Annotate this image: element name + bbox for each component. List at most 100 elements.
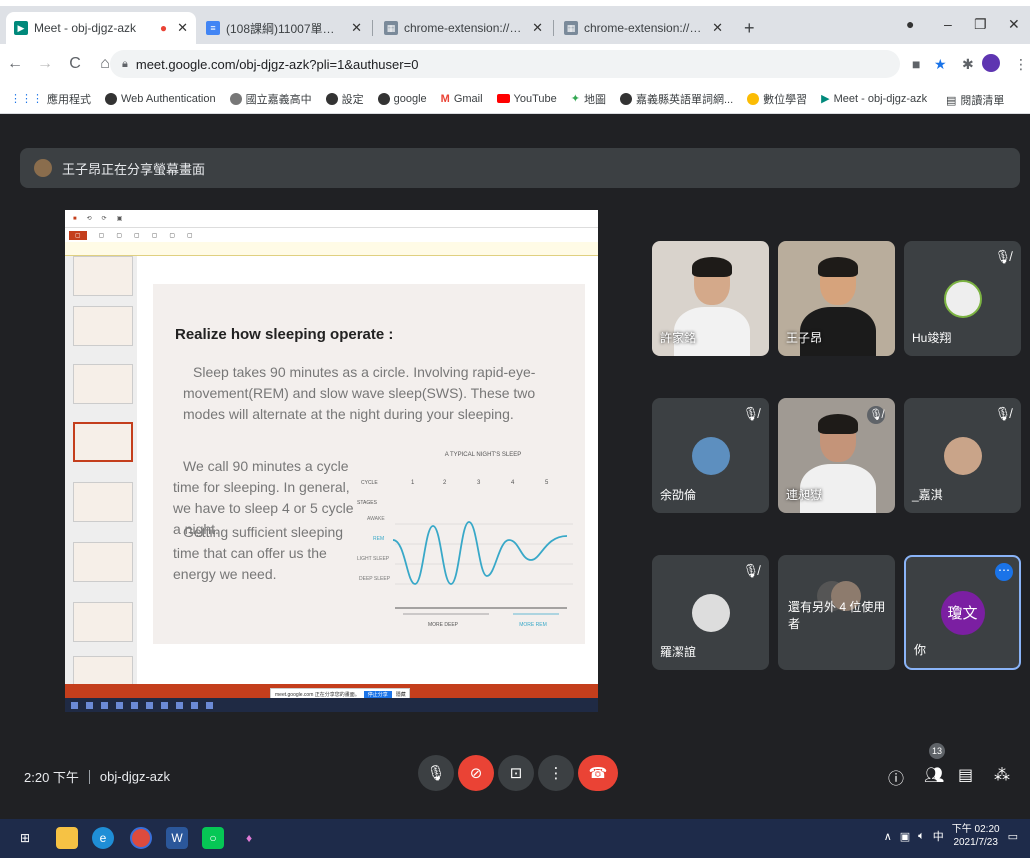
minimize-icon[interactable]: – — [944, 16, 952, 32]
system-clock[interactable]: 下午 02:20 2021/7/23 — [952, 823, 1000, 849]
mic-off-icon: 🎙︎̸ — [742, 563, 759, 578]
hide-button[interactable]: 隱藏 — [396, 691, 406, 698]
bookmark-item[interactable]: 嘉義縣英語單詞網... — [620, 91, 733, 107]
participant-tile[interactable]: 🎙︎̸ Hu竣翔 — [904, 241, 1021, 356]
bookmark-item[interactable]: Web Authentication — [105, 92, 216, 105]
participant-tile[interactable]: 許家銘 — [652, 241, 769, 356]
line-icon[interactable]: ○ — [202, 827, 224, 849]
omnibox[interactable]: 🔒︎ meet.google.com/obj-djgz-azk?pli=1&au… — [110, 50, 900, 78]
participant-tile[interactable]: 🎙︎̸ 連昶嶽 — [778, 398, 895, 513]
footer-label: MORE REM — [519, 622, 547, 628]
restore-icon[interactable]: ❐ — [974, 16, 987, 33]
learning-icon — [747, 92, 760, 105]
bookmark-apps[interactable]: ⋮⋮⋮ 應用程式 — [10, 91, 91, 107]
cycle-number: 2 — [443, 480, 447, 486]
participant-tile[interactable]: 🎙︎̸ 羅潔誼 — [652, 555, 769, 670]
slide-thumbnail — [73, 256, 133, 296]
youtube-icon — [496, 94, 510, 103]
browser-tab-strip: ▶ Meet - obj-djgz-azk ● ✕ ≡ (108課綱)11007… — [0, 0, 1030, 44]
tab-extension-1[interactable]: ▦ chrome-extension://appcnhie ✕ — [376, 12, 551, 44]
participant-tile[interactable]: 🎙︎̸ _嘉淇 — [904, 398, 1021, 513]
slide-thumbnail — [73, 364, 133, 404]
bookmark-item[interactable]: 國立嘉義高中 — [229, 91, 312, 107]
people-icon[interactable]: 👥︎ — [924, 765, 944, 785]
more-options-icon[interactable]: ⋯ — [995, 563, 1013, 581]
network-icon[interactable]: ▣ — [900, 830, 910, 843]
back-icon[interactable]: ← — [0, 55, 30, 73]
camera-in-use-icon[interactable]: ■ — [912, 56, 920, 72]
stages-label: STAGES — [357, 500, 378, 506]
avatar — [943, 279, 982, 318]
chevron-up-icon[interactable]: ∧ — [884, 830, 892, 843]
reading-list-button[interactable]: ▤ 閱讀清單 — [946, 92, 1004, 108]
chat-icon[interactable]: ▤ — [958, 765, 973, 785]
mic-button[interactable]: 🎙︎ — [418, 755, 454, 791]
tab-extension-2[interactable]: ▦ chrome-extension://appcnhie ✕ — [556, 12, 731, 44]
word-icon[interactable]: W — [166, 827, 188, 849]
slide-thumbnail — [73, 542, 133, 582]
bookmark-item[interactable]: M Gmail — [441, 93, 483, 105]
bookmark-item[interactable]: 設定 — [325, 91, 364, 107]
activities-icon[interactable]: ⁂ — [994, 765, 1010, 785]
bookmark-item[interactable]: ▶ Meet - obj-djgz-azk — [821, 92, 927, 106]
new-tab-button[interactable]: + — [736, 12, 766, 44]
cycle-number: 1 — [411, 480, 415, 486]
system-tray: ∧ ▣ 🔈︎ 中 下午 02:20 2021/7/23 ▭ — [884, 823, 1018, 849]
ime-indicator[interactable]: 中 — [933, 828, 944, 844]
bookmark-item[interactable]: ✦ 地圖 — [571, 91, 606, 107]
forward-icon[interactable]: → — [30, 55, 60, 73]
edge-icon[interactable]: e — [92, 827, 114, 849]
file-explorer-icon[interactable] — [56, 827, 78, 849]
presentation-banner: 王子昂正在分享螢幕畫面 — [20, 148, 1020, 188]
slide-thumbnails — [65, 256, 137, 696]
close-tab-icon[interactable]: ✕ — [177, 20, 188, 36]
paint-icon[interactable]: ♦ — [238, 827, 260, 849]
windows-start-icon[interactable]: ⊞ — [14, 827, 36, 849]
close-tab-icon[interactable]: ✕ — [712, 20, 723, 36]
close-window-icon[interactable]: ✕ — [1008, 16, 1020, 33]
bookmark-item[interactable]: 數位學習 — [747, 91, 807, 107]
extension-icon: ▦ — [384, 21, 398, 35]
close-tab-icon[interactable]: ✕ — [532, 20, 543, 36]
bookmark-star-icon[interactable]: ★ — [934, 56, 947, 73]
reading-list-icon: ▤ — [946, 94, 957, 107]
hangup-icon: ☎︎ — [588, 765, 608, 782]
avatar — [943, 436, 982, 475]
more-options-button[interactable]: ⋮ — [538, 755, 574, 791]
kebab-icon: ⋮ — [548, 765, 564, 782]
globe-icon — [377, 92, 390, 105]
chrome-icon[interactable] — [130, 827, 152, 849]
volume-icon[interactable]: 🔈︎ — [918, 830, 925, 843]
shared-taskbar — [65, 698, 598, 712]
stage-label: DEEP SLEEP — [359, 576, 391, 582]
profile-avatar[interactable] — [982, 54, 1000, 72]
self-tile[interactable]: ⋯ 瓊文 你 — [904, 555, 1021, 670]
close-tab-icon[interactable]: ✕ — [351, 20, 362, 36]
slide-paragraph: Getting sufficient sleeping time that ca… — [173, 524, 344, 582]
meeting-details: 2:20 下午 obj-djgz-azk — [24, 769, 171, 785]
leave-call-button[interactable]: ☎︎ — [578, 755, 618, 791]
stop-sharing-button[interactable]: 停止分享 — [363, 690, 392, 698]
more-participants-tile[interactable]: 還有另外 4 位使用者 — [778, 555, 895, 670]
tab-meet[interactable]: ▶ Meet - obj-djgz-azk ● ✕ — [6, 12, 196, 44]
participant-count-badge: 13 — [929, 743, 945, 759]
participant-tile[interactable]: 王子昂 — [778, 241, 895, 356]
meet-stage: 王子昂正在分享螢幕畫面 ■ ⟲ ⟳ ▣ ▢ ▢ ▢ ▢ ▢ ▢ ▢ Realize how sle… — [0, 114, 1030, 819]
extension-icon: ▦ — [564, 21, 578, 35]
slide-thumbnail — [73, 422, 133, 462]
menu-kebab-icon[interactable]: ⋮ — [1014, 56, 1028, 73]
meeting-details-icon[interactable]: ⓘ — [888, 765, 904, 789]
mic-off-icon: 🎙︎̸ — [994, 406, 1011, 421]
notification-icon[interactable]: ▭ — [1008, 830, 1018, 843]
reload-icon[interactable]: C — [60, 55, 90, 73]
avatar — [691, 436, 730, 475]
camera-off-button[interactable]: ⊘ — [458, 755, 494, 791]
bookmark-item[interactable]: YouTube — [496, 93, 557, 105]
present-button[interactable]: ⊡ — [498, 755, 534, 791]
mic-off-icon: 🎙︎̸ — [742, 406, 759, 421]
tab-exam[interactable]: ≡ (108課綱)11007單詞第1回試題 ✕ — [198, 12, 370, 44]
extensions-puzzle-icon[interactable]: ✱ — [962, 56, 974, 73]
participant-tile[interactable]: 🎙︎̸ 余劭倫 — [652, 398, 769, 513]
profile-status-icon[interactable]: ● — [906, 16, 914, 32]
bookmark-item[interactable]: google — [377, 92, 427, 105]
